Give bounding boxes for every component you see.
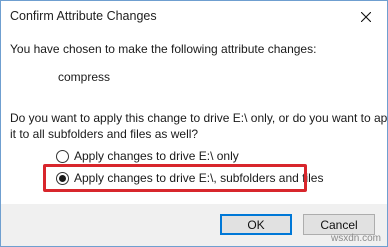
window-title: Confirm Attribute Changes bbox=[10, 9, 157, 23]
intro-text: You have chosen to make the following at… bbox=[10, 42, 317, 56]
dialog-footer: OK Cancel wsxdn.com bbox=[1, 204, 387, 246]
question-line-1: Do you want to apply this change to driv… bbox=[10, 111, 388, 125]
close-button[interactable] bbox=[345, 1, 387, 32]
ok-button[interactable]: OK bbox=[220, 214, 292, 235]
option-drive-only-label: Apply changes to drive E:\ only bbox=[74, 149, 239, 163]
title-bar[interactable]: Confirm Attribute Changes bbox=[1, 1, 387, 32]
confirm-attribute-changes-dialog: Confirm Attribute Changes You have chose… bbox=[0, 0, 388, 247]
highlight-box bbox=[43, 164, 307, 192]
radio-drive-only[interactable] bbox=[56, 149, 69, 163]
watermark: wsxdn.com bbox=[330, 233, 381, 244]
question-line-2: it to all subfolders and files as well? bbox=[10, 127, 199, 141]
option-drive-only[interactable]: Apply changes to drive E:\ only bbox=[56, 149, 239, 163]
close-icon bbox=[361, 11, 371, 22]
cancel-button[interactable]: Cancel bbox=[303, 214, 375, 235]
attribute-name: compress bbox=[58, 70, 111, 84]
